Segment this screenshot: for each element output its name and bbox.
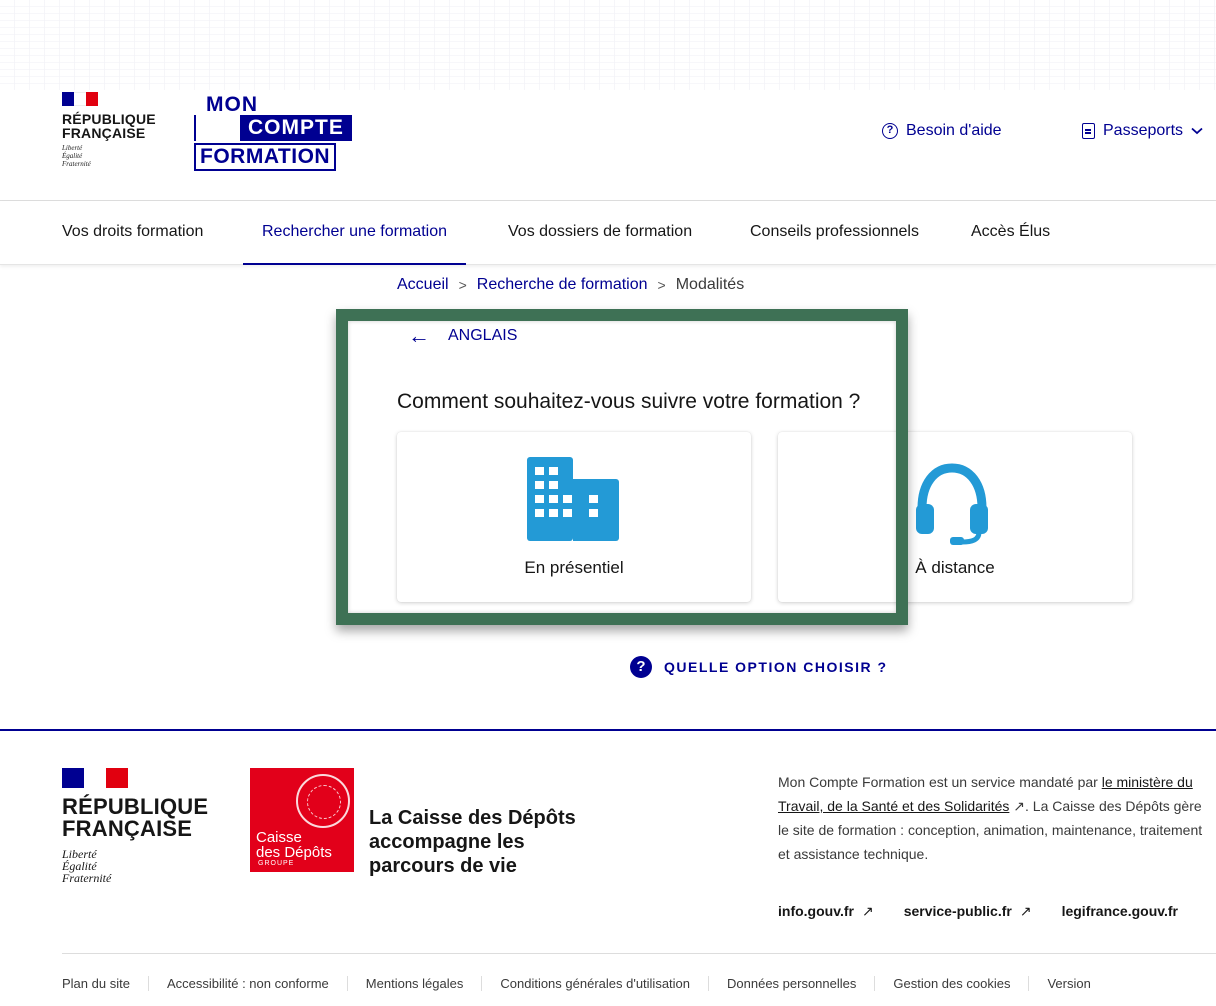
logo-mon: MON — [206, 93, 258, 116]
footer-bottom-links: Plan du site Accessibilité : non conform… — [62, 976, 1109, 991]
external-link-icon: ↗ — [861, 903, 874, 919]
rf-title: RÉPUBLIQUE FRANÇAISE — [62, 112, 172, 140]
rf-title-line1: RÉPUBLIQUE — [62, 111, 156, 127]
rf-title-line2: FRANÇAISE — [62, 125, 146, 141]
footer-rf-title-line1: RÉPUBLIQUE — [62, 794, 209, 819]
option-card-distance[interactable]: À distance — [778, 432, 1132, 602]
nav-item-rechercher[interactable]: Rechercher une formation — [243, 201, 466, 265]
which-option-help-link[interactable]: ? QUELLE OPTION CHOISIR ? — [630, 656, 888, 678]
chevron-right-icon: > — [657, 277, 666, 293]
question-circle-icon: ? — [630, 656, 652, 678]
passports-menu[interactable]: Passeports — [1082, 122, 1203, 140]
help-link[interactable]: ? Besoin d'aide — [882, 122, 1002, 140]
footer-bottom-link[interactable]: Version — [1028, 976, 1108, 991]
cdc-tagline: La Caisse des Dépôts accompagne les parc… — [369, 807, 576, 877]
footer-bottom-link[interactable]: Accessibilité : non conforme — [147, 976, 347, 991]
rf-motto-1: Liberté — [62, 144, 83, 152]
help-link-label: Besoin d'aide — [906, 122, 1002, 139]
footer-bottom-link[interactable]: Gestion des cookies — [874, 976, 1028, 991]
footer-bottom-link[interactable]: Plan du site — [62, 976, 148, 991]
arrow-left-icon: ← — [408, 323, 430, 348]
breadcrumb-current: Modalités — [675, 276, 745, 293]
footer-bottom-link[interactable]: Mentions légales — [346, 976, 482, 991]
cdc-line1: Caisse — [256, 829, 302, 846]
breadcrumb: Accueil > Recherche de formation > Modal… — [397, 276, 744, 294]
breadcrumb-home[interactable]: Accueil — [397, 276, 449, 294]
republique-francaise-logo[interactable]: RÉPUBLIQUE FRANÇAISE Liberté Égalité Fra… — [62, 92, 172, 168]
external-link-icon: ↗ — [1013, 798, 1026, 814]
chevron-down-icon — [1191, 127, 1203, 135]
main-nav: Vos droits formation Rechercher une form… — [0, 201, 1216, 265]
footer-separator — [62, 953, 1216, 954]
logo-formation: FORMATION — [194, 143, 337, 171]
footer-rf-title-line2: FRANÇAISE — [62, 816, 193, 841]
nav-item-conseils[interactable]: Conseils professionnels — [750, 201, 919, 265]
page-question: Comment souhaitez-vous suivre votre form… — [397, 390, 861, 413]
which-option-label: QUELLE OPTION CHOISIR ? — [664, 659, 888, 675]
passports-label: Passeports — [1103, 122, 1184, 139]
breadcrumb-search[interactable]: Recherche de formation — [477, 276, 648, 294]
logo-bar — [194, 115, 240, 141]
external-link-icon: ↗ — [1019, 903, 1032, 919]
cdc-text: Caisse des Dépôts — [256, 830, 332, 860]
footer-top-border — [0, 729, 1216, 731]
marianne-flag-icon — [62, 92, 98, 106]
footer-republique-francaise-logo[interactable]: RÉPUBLIQUE FRANÇAISE Liberté Égalité Fra… — [62, 768, 208, 884]
mon-compte-formation-logo[interactable]: MON COMPTE FORMATION — [194, 93, 352, 171]
option-card-presentiel[interactable]: En présentiel — [397, 432, 751, 602]
seal-icon — [296, 774, 350, 828]
top-noise-strip — [0, 0, 1216, 90]
option-label: À distance — [915, 558, 995, 577]
headset-icon — [916, 463, 988, 545]
footer-link-service-public[interactable]: service-public.fr ↗ — [904, 903, 1032, 920]
footer-bottom-link[interactable]: Données personnelles — [708, 976, 874, 991]
cdc-line2: des Dépôts — [256, 844, 332, 861]
rf-motto-3: Fraternité — [62, 160, 91, 168]
footer-link-info-gouv[interactable]: info.gouv.fr ↗ — [778, 903, 874, 920]
footer-rf-motto-3: Fraternité — [62, 871, 112, 885]
nav-item-acces-elus[interactable]: Accès Élus — [971, 201, 1050, 265]
rf-motto: Liberté Égalité Fraternité — [62, 144, 172, 168]
footer-rf-title: RÉPUBLIQUE FRANÇAISE — [62, 796, 208, 840]
footer-links: info.gouv.fr ↗ service-public.fr ↗ legifra… — [778, 903, 1178, 920]
footer-rf-motto: Liberté Égalité Fraternité — [62, 848, 208, 884]
back-link[interactable]: ← ANGLAIS — [408, 323, 518, 348]
question-circle-icon: ? — [882, 123, 898, 139]
desc-text-1: Mon Compte Formation est un service mand… — [778, 774, 1102, 790]
back-label: ANGLAIS — [448, 327, 518, 344]
footer-link-legifrance[interactable]: legifrance.gouv.fr — [1062, 903, 1178, 920]
site-header: RÉPUBLIQUE FRANÇAISE Liberté Égalité Fra… — [0, 90, 1216, 200]
rf-motto-2: Égalité — [62, 152, 83, 160]
building-icon — [527, 457, 621, 541]
cdc-group: GROUPE — [258, 860, 295, 867]
option-label: En présentiel — [524, 558, 624, 577]
logo-compte: COMPTE — [240, 115, 352, 141]
footer-description: Mon Compte Formation est un service mand… — [778, 770, 1216, 880]
document-icon — [1082, 123, 1095, 139]
caisse-des-depots-logo[interactable]: Caisse des Dépôts GROUPE — [250, 768, 354, 872]
nav-item-vos-droits[interactable]: Vos droits formation — [62, 201, 203, 265]
marianne-flag-icon — [62, 768, 128, 788]
chevron-right-icon: > — [458, 277, 467, 293]
nav-item-dossiers[interactable]: Vos dossiers de formation — [508, 201, 692, 265]
footer-bottom-link[interactable]: Conditions générales d'utilisation — [481, 976, 708, 991]
